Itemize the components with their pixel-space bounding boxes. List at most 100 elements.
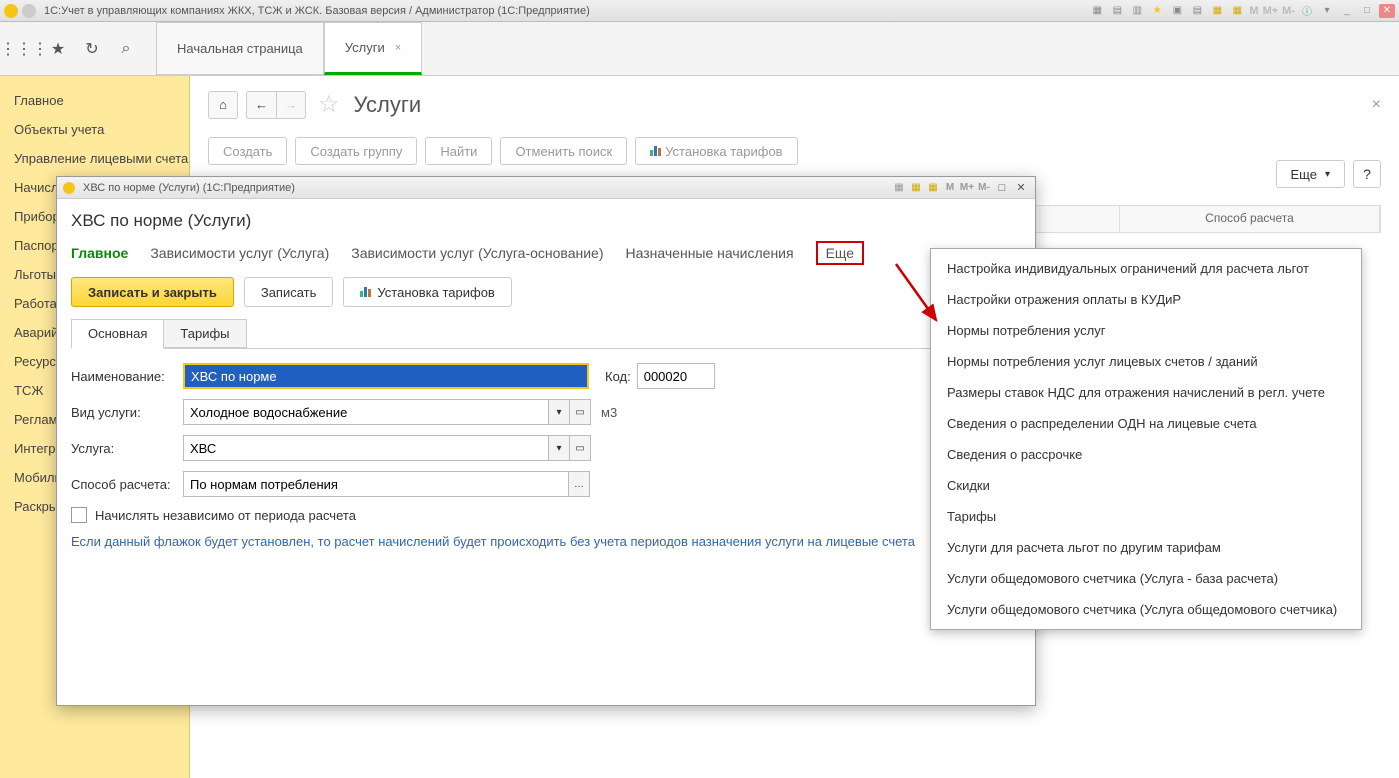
star-icon[interactable]: ★ xyxy=(48,39,68,59)
type-field[interactable] xyxy=(183,399,549,425)
code-label: Код: xyxy=(605,369,631,384)
modal-titlebar: ХВС по норме (Услуги) (1С:Предприятие) ▦… xyxy=(57,177,1035,199)
tool-icon[interactable]: ▦ xyxy=(892,181,906,195)
modal-tab-assigned[interactable]: Назначенные начисления xyxy=(626,241,794,265)
modal-maximize-button[interactable]: □ xyxy=(994,181,1010,195)
m-button[interactable]: M xyxy=(1249,5,1258,17)
dropdown-item[interactable]: Сведения о распределении ОДН на лицевые … xyxy=(931,408,1361,439)
column-header: Способ расчета xyxy=(1120,206,1380,232)
minimize-button[interactable]: _ xyxy=(1339,3,1355,19)
tariffs-button[interactable]: Установка тарифов xyxy=(343,277,511,307)
tab-label: Услуги xyxy=(345,40,385,55)
more-dropdown: Настройка индивидуальных ограничений для… xyxy=(930,248,1362,630)
dropdown-icon[interactable]: ▾ xyxy=(1319,3,1335,19)
app-titlebar: 1С:Учет в управляющих компаниях ЖКХ, ТСЖ… xyxy=(0,0,1399,22)
modal-icon xyxy=(63,182,75,194)
tab-home[interactable]: Начальная страница xyxy=(156,22,324,75)
modal-close-button[interactable]: ✕ xyxy=(1013,181,1029,195)
dropdown-item[interactable]: Нормы потребления услуг xyxy=(931,315,1361,346)
modal-tab-main[interactable]: Главное xyxy=(71,241,128,265)
m-plus-button[interactable]: M+ xyxy=(1263,5,1279,17)
name-label: Наименование: xyxy=(71,369,183,384)
modal-tab-dep2[interactable]: Зависимости услуг (Услуга-основание) xyxy=(351,241,603,265)
method-label: Способ расчета: xyxy=(71,477,183,492)
calc-icon[interactable]: ▦ xyxy=(1209,3,1225,19)
create-button[interactable]: Создать xyxy=(208,137,287,165)
save-button[interactable]: Записать xyxy=(244,277,334,307)
help-button[interactable]: ? xyxy=(1353,160,1381,188)
button-label: Установка тарифов xyxy=(665,144,782,159)
info-text: Если данный флажок будет установлен, то … xyxy=(71,533,1021,551)
info-icon[interactable]: ⓘ xyxy=(1299,3,1315,19)
calendar-icon[interactable]: ▦ xyxy=(926,181,940,195)
chart-icon xyxy=(360,287,371,297)
m-button[interactable]: M xyxy=(943,181,957,195)
dropdown-item[interactable]: Тарифы xyxy=(931,501,1361,532)
tool-icon[interactable]: ▤ xyxy=(1189,3,1205,19)
dropdown-item[interactable]: Услуги общедомового счетчика (Услуга общ… xyxy=(931,594,1361,625)
forward-button[interactable]: → xyxy=(276,91,306,119)
code-field[interactable] xyxy=(637,363,715,389)
tab-services[interactable]: Услуги × xyxy=(324,22,422,75)
method-field[interactable] xyxy=(183,471,569,497)
dropdown-item[interactable]: Услуги общедомового счетчика (Услуга - б… xyxy=(931,563,1361,594)
inner-tab-tariffs[interactable]: Тарифы xyxy=(163,319,246,348)
dropdown-icon[interactable]: ▾ xyxy=(548,435,570,461)
dropdown-item[interactable]: Услуги для расчета льгот по другим тариф… xyxy=(931,532,1361,563)
page-title: Услуги xyxy=(354,92,422,118)
dropdown-item[interactable]: Сведения о рассрочке xyxy=(931,439,1361,470)
search-icon[interactable]: ⌕ xyxy=(116,39,136,59)
dropdown-icon[interactable]: ▾ xyxy=(548,399,570,425)
save-close-button[interactable]: Записать и закрыть xyxy=(71,277,234,307)
create-group-button[interactable]: Создать группу xyxy=(295,137,417,165)
find-button[interactable]: Найти xyxy=(425,137,492,165)
independent-checkbox[interactable] xyxy=(71,507,87,523)
modal-heading: ХВС по норме (Услуги) xyxy=(71,211,1021,231)
more-button[interactable]: Еще ▾ xyxy=(1276,160,1345,188)
chart-icon xyxy=(650,146,661,156)
sidebar-item[interactable]: Управление лицевыми счетами xyxy=(0,144,189,173)
page-close-icon[interactable]: × xyxy=(1372,96,1381,114)
set-tariffs-button[interactable]: Установка тарифов xyxy=(635,137,797,165)
sidebar-item[interactable]: Главное xyxy=(0,86,189,115)
home-button[interactable]: ⌂ xyxy=(208,91,238,119)
maximize-button[interactable]: □ xyxy=(1359,3,1375,19)
calc-icon[interactable]: ▦ xyxy=(909,181,923,195)
m-minus-button[interactable]: M- xyxy=(977,181,991,195)
modal-tab-more[interactable]: Еще xyxy=(816,241,865,265)
calendar-icon[interactable]: ▦ xyxy=(1229,3,1245,19)
dropdown-item[interactable]: Настройки отражения оплаты в КУДиР xyxy=(931,284,1361,315)
m-minus-button[interactable]: M- xyxy=(1282,5,1295,17)
tool-icon[interactable]: ▥ xyxy=(1129,3,1145,19)
favorite-icon[interactable]: ☆ xyxy=(318,90,340,119)
modal-tab-dep1[interactable]: Зависимости услуг (Услуга) xyxy=(150,241,329,265)
service-field[interactable] xyxy=(183,435,549,461)
dropdown-item[interactable]: Нормы потребления услуг лицевых счетов /… xyxy=(931,346,1361,377)
tool-icon[interactable]: ▦ xyxy=(1089,3,1105,19)
open-icon[interactable]: ▭ xyxy=(569,399,591,425)
tab-close-icon[interactable]: × xyxy=(395,42,401,54)
main-toolbar: ⋮⋮⋮ ★ ↻ ⌕ Начальная страница Услуги × xyxy=(0,22,1399,76)
close-button[interactable]: ✕ xyxy=(1379,4,1395,18)
modal-title: ХВС по норме (Услуги) (1С:Предприятие) xyxy=(83,182,888,194)
cancel-find-button[interactable]: Отменить поиск xyxy=(500,137,627,165)
dropdown-item[interactable]: Размеры ставок НДС для отражения начисле… xyxy=(931,377,1361,408)
checkbox-label: Начислять независимо от периода расчета xyxy=(95,508,356,523)
modal-tab-bar: Главное Зависимости услуг (Услуга) Завис… xyxy=(71,241,1021,265)
inner-tab-main[interactable]: Основная xyxy=(71,319,164,349)
ellipsis-icon[interactable]: … xyxy=(568,471,590,497)
tool-icon[interactable]: ▤ xyxy=(1109,3,1125,19)
app-icon2 xyxy=(22,4,36,18)
unit-label: м3 xyxy=(601,405,617,420)
dropdown-item[interactable]: Настройка индивидуальных ограничений для… xyxy=(931,253,1361,284)
open-icon[interactable]: ▭ xyxy=(569,435,591,461)
star-icon[interactable]: ★ xyxy=(1149,3,1165,19)
apps-icon[interactable]: ⋮⋮⋮ xyxy=(14,39,34,59)
back-button[interactable]: ← xyxy=(246,91,276,119)
sidebar-item[interactable]: Объекты учета xyxy=(0,115,189,144)
m-plus-button[interactable]: M+ xyxy=(960,181,974,195)
tool-icon[interactable]: ▣ xyxy=(1169,3,1185,19)
history-icon[interactable]: ↻ xyxy=(82,39,102,59)
name-field[interactable] xyxy=(183,363,589,389)
dropdown-item[interactable]: Скидки xyxy=(931,470,1361,501)
